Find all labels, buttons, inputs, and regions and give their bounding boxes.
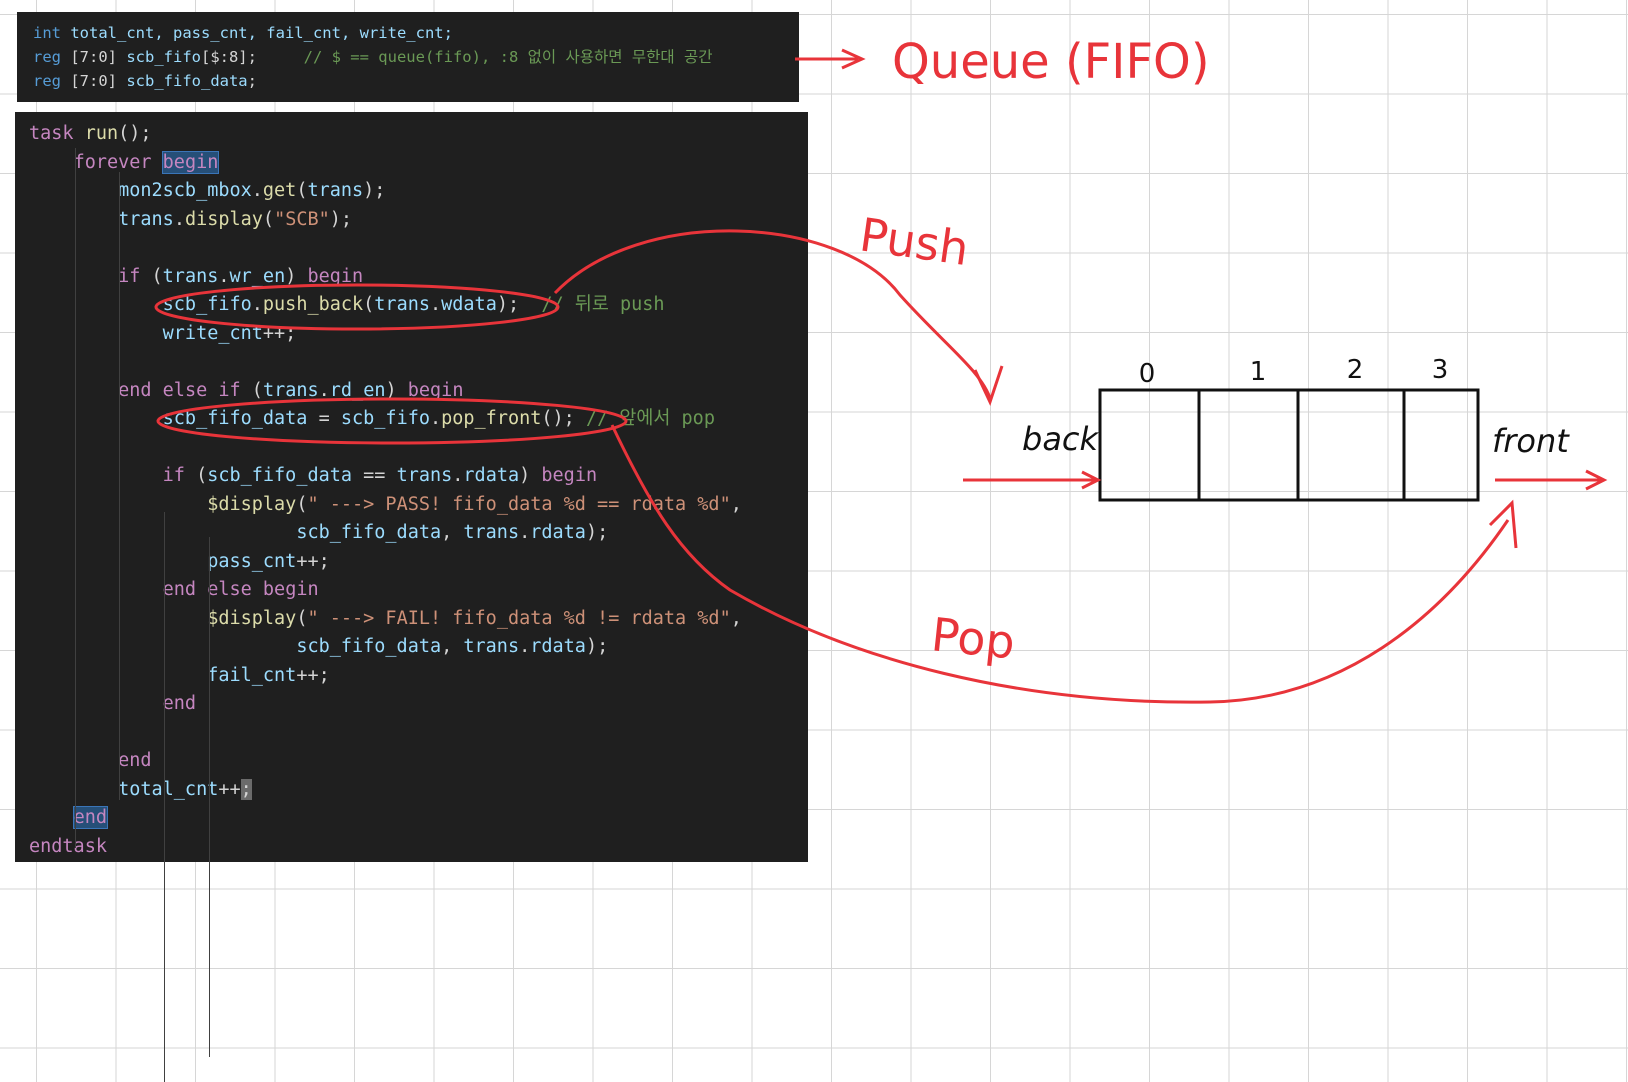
queue-box — [1098, 388, 1480, 502]
push-back-highlight-circle — [154, 283, 560, 331]
slot-index-3: 3 — [1432, 355, 1449, 385]
front-label: front — [1492, 422, 1570, 460]
queue-outline — [1098, 388, 1480, 502]
push-arrowhead — [973, 365, 1004, 407]
pop-front-highlight-circle — [156, 397, 628, 445]
slot-index-1: 1 — [1250, 357, 1267, 387]
queue-fifo-label: Queue (FIFO) — [892, 34, 1210, 90]
handwritten-annotation-layer: 0 1 2 3 back front Queue (FIFO) Push Pop — [154, 34, 1608, 704]
pop-arrow — [610, 424, 1510, 704]
slot-index-0: 0 — [1139, 359, 1156, 389]
slot-index-2: 2 — [1347, 355, 1364, 385]
queue-connector-arrow — [795, 48, 866, 70]
front-arrow — [1495, 469, 1608, 491]
pop-label: Pop — [929, 607, 1018, 669]
back-arrow — [963, 470, 1102, 490]
back-label: back — [1022, 420, 1100, 458]
push-label: Push — [856, 207, 972, 276]
